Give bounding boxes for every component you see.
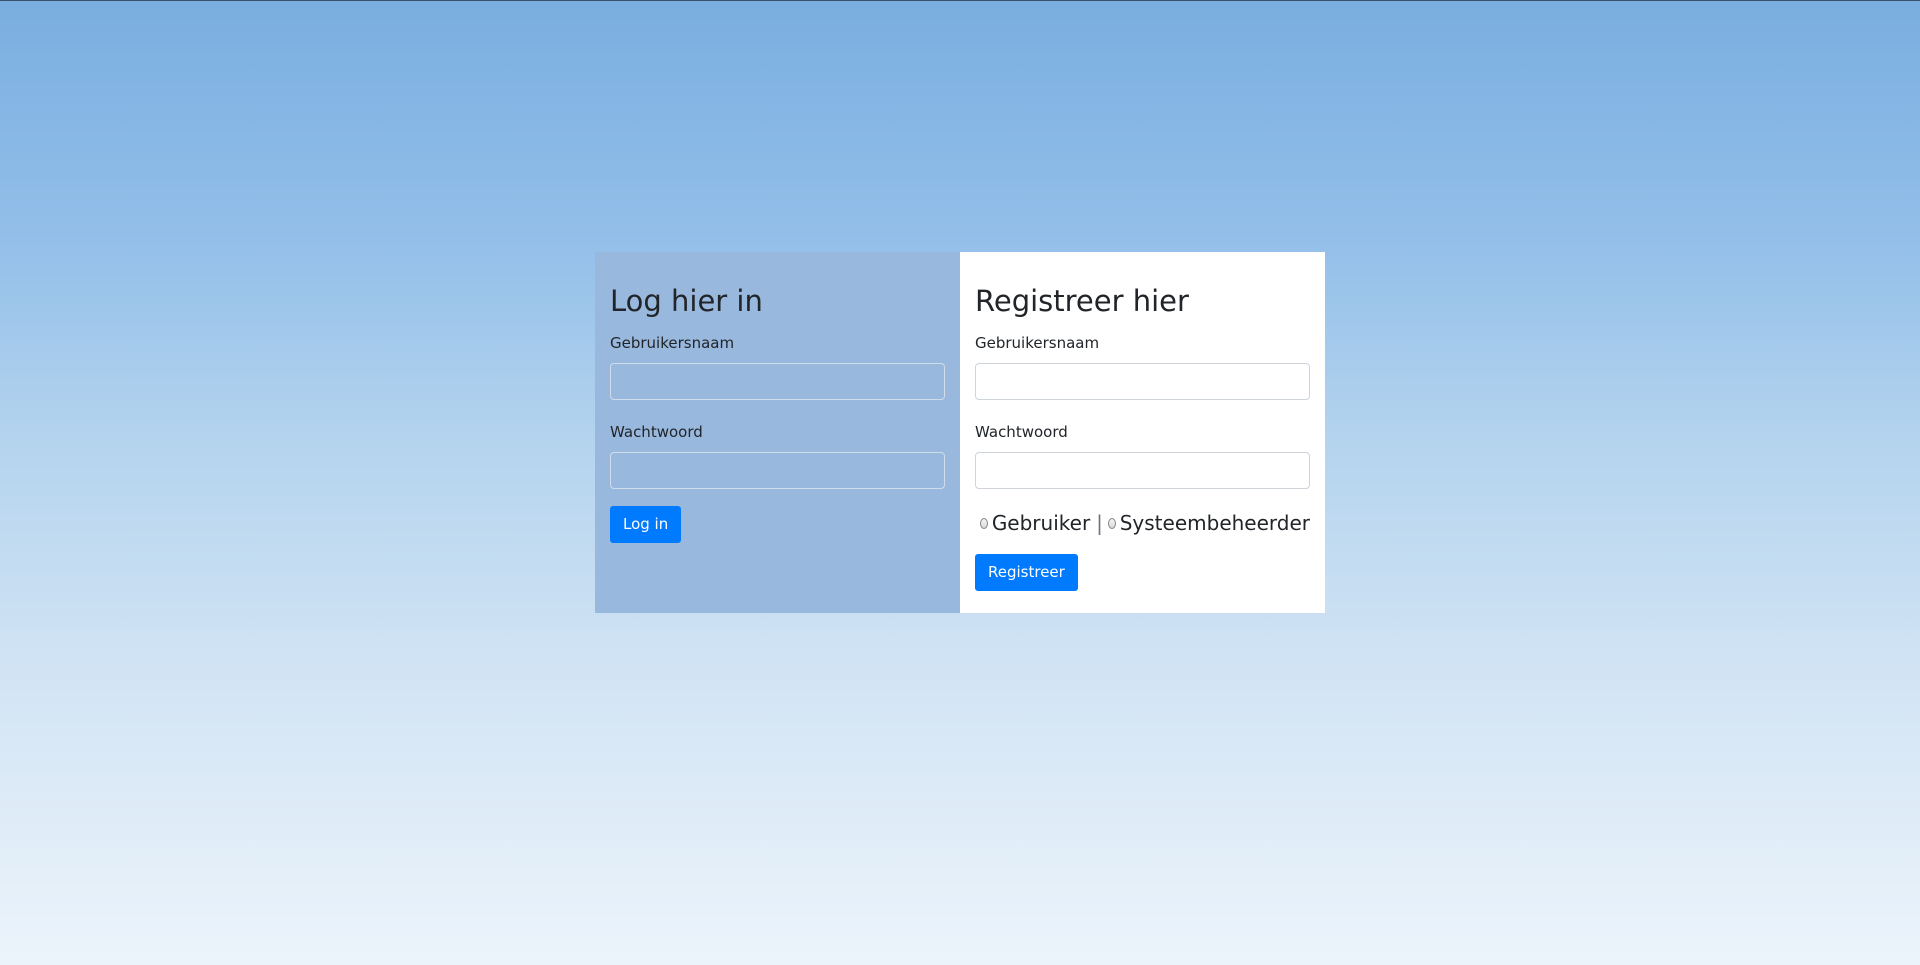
login-username-input[interactable] (610, 363, 945, 400)
login-button[interactable]: Log in (610, 506, 682, 543)
register-username-label: Gebruikersnaam (975, 334, 1100, 352)
register-button[interactable]: Registreer (975, 554, 1078, 591)
role-separator: | (1096, 511, 1103, 535)
role-radio-systeembeheerder[interactable] (1107, 517, 1116, 529)
login-username-label: Gebruikersnaam (610, 334, 735, 352)
login-panel: Log hier in Gebruikersnaam Wachtwoord Lo… (595, 252, 960, 613)
register-password-label: Wachtwoord (975, 423, 1068, 441)
role-label-systeembeheerder: Systeembeheerder (1119, 511, 1310, 535)
role-radio-gebruiker[interactable] (980, 517, 988, 529)
role-label-gebruiker: Gebruiker (991, 511, 1091, 535)
role-selector: Gebruiker | Systeembeheerder (975, 510, 1310, 536)
register-username-input[interactable] (975, 363, 1310, 400)
register-panel: Registreer hier Gebruikersnaam Wachtwoor… (960, 252, 1325, 613)
register-title: Registreer hier (975, 284, 1189, 318)
login-password-input[interactable] (610, 452, 945, 489)
auth-card: Log hier in Gebruikersnaam Wachtwoord Lo… (595, 252, 1325, 613)
login-title: Log hier in (610, 284, 763, 318)
login-password-label: Wachtwoord (610, 423, 703, 441)
register-password-input[interactable] (975, 452, 1310, 489)
